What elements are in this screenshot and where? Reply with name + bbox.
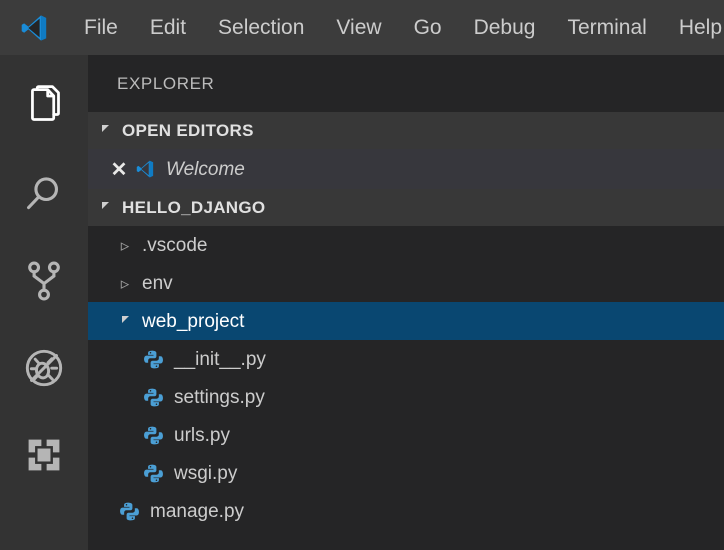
python-file-icon — [140, 463, 166, 484]
python-file-icon — [140, 387, 166, 408]
vscode-window: File Edit Selection View Go Debug Termin… — [0, 0, 724, 550]
section-hello-django[interactable]: HELLO_DJANGO — [88, 189, 724, 226]
tree-item-label: env — [142, 272, 173, 294]
explorer-sidebar: EXPLORER OPEN EDITORS ✕ Welcome HELLO_DJ… — [88, 55, 724, 550]
chevron-down-icon — [116, 318, 134, 325]
menu-file[interactable]: File — [68, 13, 134, 42]
chevron-down-icon — [96, 127, 114, 134]
files-explorer-icon — [22, 84, 66, 129]
tree-item-label: settings.py — [174, 386, 265, 408]
file-tree: .vscode env web_project — [88, 226, 724, 530]
search-icon — [22, 172, 66, 216]
tree-item-label: urls.py — [174, 424, 230, 446]
tree-item-label: .vscode — [142, 234, 208, 256]
menu-bar: File Edit Selection View Go Debug Termin… — [0, 0, 724, 55]
python-file-icon — [116, 501, 142, 522]
workbench-body: EXPLORER OPEN EDITORS ✕ Welcome HELLO_DJ… — [0, 55, 724, 550]
activity-item-explorer[interactable] — [0, 63, 88, 150]
tree-item-urls-py[interactable]: urls.py — [88, 416, 724, 454]
python-file-icon — [140, 349, 166, 370]
tree-item-settings-py[interactable]: settings.py — [88, 378, 724, 416]
tree-item-web-project[interactable]: web_project — [88, 302, 724, 340]
activity-bar — [0, 55, 88, 550]
menu-edit[interactable]: Edit — [134, 13, 202, 42]
vscode-logo-icon — [14, 10, 54, 46]
menu-debug[interactable]: Debug — [458, 13, 552, 42]
menu-terminal[interactable]: Terminal — [551, 13, 662, 42]
tree-item-env[interactable]: env — [88, 264, 724, 302]
section-open-editors-label: OPEN EDITORS — [122, 120, 254, 140]
sidebar-title: EXPLORER — [88, 55, 724, 112]
tree-item-label: web_project — [142, 310, 245, 332]
extensions-icon — [23, 434, 65, 476]
open-editor-item-welcome[interactable]: ✕ Welcome — [88, 149, 724, 189]
tree-item-label: wsgi.py — [174, 462, 238, 484]
tree-item-wsgi-py[interactable]: wsgi.py — [88, 454, 724, 492]
tree-item-init-py[interactable]: __init__.py — [88, 340, 724, 378]
activity-item-debug[interactable] — [0, 324, 88, 411]
menu-items: File Edit Selection View Go Debug Termin… — [68, 13, 724, 42]
chevron-right-icon — [116, 237, 134, 254]
menu-view[interactable]: View — [320, 13, 397, 42]
activity-item-source-control[interactable] — [0, 237, 88, 324]
menu-selection[interactable]: Selection — [202, 13, 320, 42]
tree-item-label: __init__.py — [174, 348, 266, 370]
tree-item-vscode[interactable]: .vscode — [88, 226, 724, 264]
debug-no-icon — [22, 346, 66, 390]
close-icon[interactable]: ✕ — [106, 157, 132, 182]
tree-item-manage-py[interactable]: manage.py — [88, 492, 724, 530]
source-control-icon — [22, 259, 66, 303]
menu-help[interactable]: Help — [663, 13, 724, 42]
menu-go[interactable]: Go — [398, 13, 458, 42]
section-hello-django-label: HELLO_DJANGO — [122, 197, 266, 217]
chevron-right-icon — [116, 275, 134, 292]
activity-item-extensions[interactable] — [0, 411, 88, 498]
tree-item-label: manage.py — [150, 500, 245, 522]
section-open-editors[interactable]: OPEN EDITORS — [88, 112, 724, 149]
open-editor-label: Welcome — [166, 158, 245, 180]
python-file-icon — [140, 425, 166, 446]
vscode-logo-icon — [132, 159, 158, 179]
chevron-down-icon — [96, 204, 114, 211]
activity-item-search[interactable] — [0, 150, 88, 237]
